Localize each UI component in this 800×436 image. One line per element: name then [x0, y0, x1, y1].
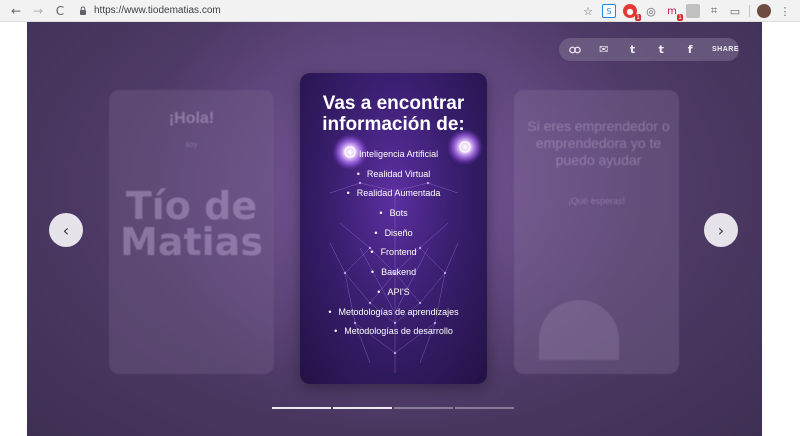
list-item: Realidad Aumentada [300, 184, 487, 204]
previous-button[interactable]: ‹ [49, 213, 83, 247]
list-item: Metodologías de aprendizajes [300, 303, 487, 323]
mail-icon[interactable]: ✉ [595, 41, 613, 59]
extensions-bar: ☆ S ● 1 ◎ m 1 ⌗ ▭ ⋮ [581, 3, 792, 21]
extension-gray-icon[interactable] [686, 4, 700, 18]
extension-cast-icon[interactable]: ▭ [728, 4, 742, 18]
side-card-brand: Tío de Matias [120, 184, 263, 264]
side-card-right-small: ¡Qué esperas! [567, 196, 626, 206]
share-button[interactable]: SHARE [712, 46, 739, 53]
carousel-page: ¡Hola! soy Tío de Matias Si eres emprend… [27, 22, 762, 436]
list-item: Bots [300, 204, 487, 224]
tumblr-icon[interactable]: t [652, 41, 670, 59]
browser-toolbar: ← → C https://www.tiodematias.com ☆ S ● … [0, 0, 800, 22]
side-card-greeting: ¡Hola! [168, 110, 215, 127]
list-item: Metodologías de desarrollo [300, 322, 487, 342]
story-card[interactable]: Vas a encontrar información de: Intelige… [300, 73, 487, 384]
link-icon[interactable] [566, 41, 584, 59]
list-item: API'S [300, 283, 487, 303]
side-card-right-text: Si eres emprendedor o emprendedora yo te… [527, 118, 670, 168]
extension-red-badge: 1 [635, 14, 641, 21]
next-button[interactable]: › [704, 213, 738, 247]
chevron-left-icon: ‹ [62, 220, 70, 240]
progress-segment[interactable] [455, 407, 514, 409]
back-icon[interactable]: ← [8, 3, 24, 19]
star-icon[interactable]: ☆ [581, 4, 595, 18]
progress-segment[interactable] [272, 407, 331, 409]
twitter-icon[interactable]: t [624, 41, 642, 59]
menu-icon[interactable]: ⋮ [778, 4, 792, 18]
list-item: Realidad Virtual [300, 165, 487, 185]
extension-mp-badge: 1 [677, 14, 683, 21]
progress-segment[interactable] [394, 407, 453, 409]
side-card-right[interactable]: Si eres emprendedor o emprendedora yo te… [514, 90, 679, 374]
chevron-right-icon: › [717, 220, 725, 240]
card-topic-list: Inteligencia Artificial Realidad Virtual… [300, 145, 487, 342]
list-item: Inteligencia Artificial [300, 145, 487, 165]
extension-mp-icon[interactable]: m 1 [665, 4, 683, 21]
share-bar: ✉ t t f SHARE [559, 38, 739, 61]
extension-target-icon[interactable]: ◎ [644, 4, 658, 18]
extension-mp-glyph: m [667, 5, 677, 17]
avatar[interactable] [757, 4, 771, 18]
forward-icon[interactable]: → [30, 3, 46, 19]
list-item: Frontend [300, 243, 487, 263]
extension-blue-icon[interactable]: S [602, 4, 616, 18]
extension-red-icon[interactable]: ● 1 [623, 4, 641, 21]
lock-icon [78, 6, 88, 16]
extension-crop-icon[interactable]: ⌗ [707, 4, 721, 18]
progress-segment[interactable] [333, 407, 392, 409]
toolbar-divider [749, 5, 750, 17]
side-card-small-text: soy [185, 140, 198, 149]
reload-icon[interactable]: C [52, 3, 68, 19]
side-card-left[interactable]: ¡Hola! soy Tío de Matias [109, 90, 274, 374]
side-card-right-image [539, 300, 619, 360]
list-item: Diseño [300, 224, 487, 244]
card-title: Vas a encontrar información de: [322, 93, 465, 135]
url-text: https://www.tiodematias.com [94, 5, 221, 16]
extension-red-glyph: ● [626, 6, 634, 16]
facebook-icon[interactable]: f [681, 41, 699, 59]
address-bar[interactable]: https://www.tiodematias.com [78, 3, 548, 19]
list-item: Backend [300, 263, 487, 283]
story-progress [272, 407, 514, 409]
